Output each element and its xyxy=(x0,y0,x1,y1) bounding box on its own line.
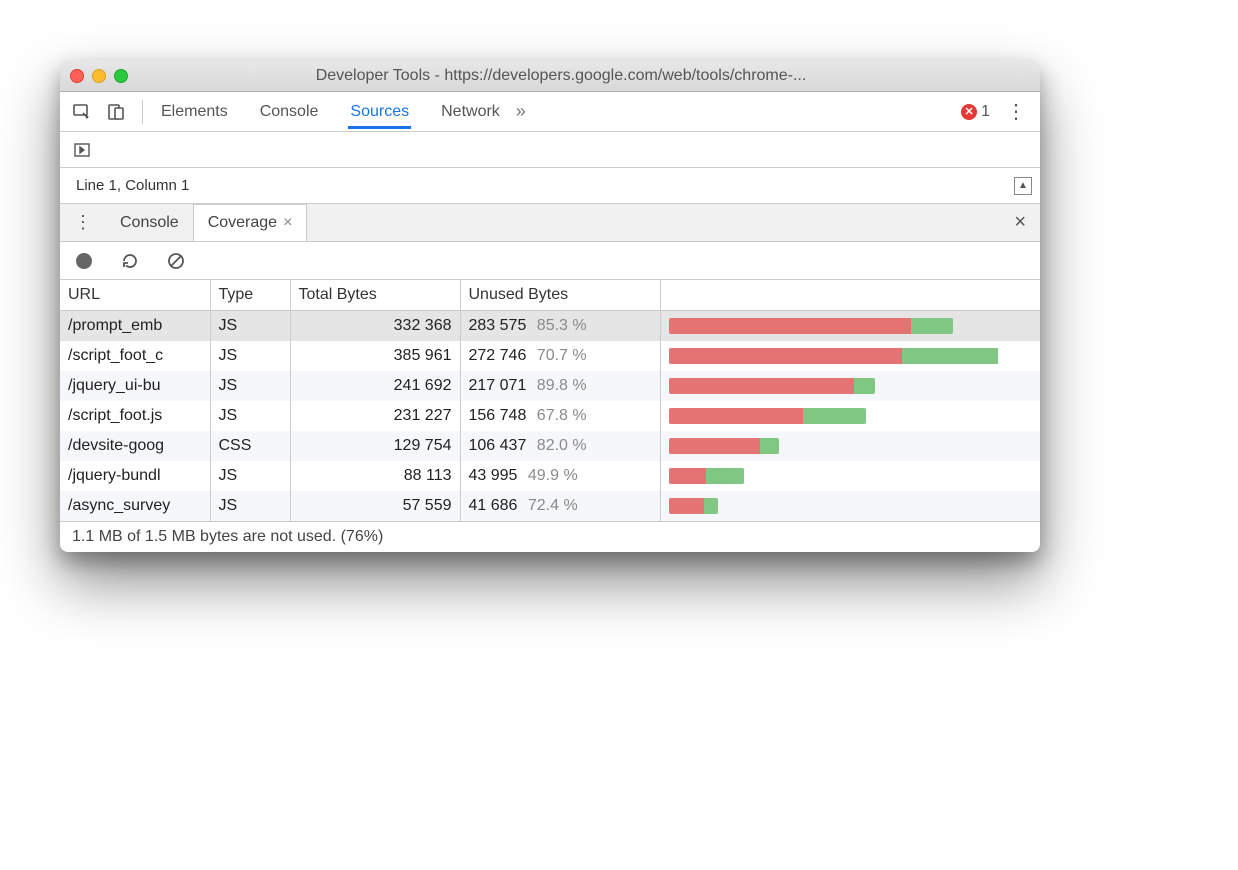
cell-usage-bar xyxy=(660,431,1040,461)
cell-type: JS xyxy=(210,461,290,491)
record-icon xyxy=(76,253,92,269)
tab-network[interactable]: Network xyxy=(439,95,502,129)
cell-type: JS xyxy=(210,311,290,342)
cell-usage-bar xyxy=(660,491,1040,521)
coverage-table: URL Type Total Bytes Unused Bytes /promp… xyxy=(60,280,1040,521)
table-row[interactable]: /prompt_embJS332 368283 575 85.3 % xyxy=(60,311,1040,342)
cell-unused-bytes: 272 746 70.7 % xyxy=(460,341,660,371)
drawer-tab-coverage[interactable]: Coverage × xyxy=(193,204,308,241)
tab-console[interactable]: Console xyxy=(258,95,321,129)
zoom-window-icon[interactable] xyxy=(114,69,128,83)
error-icon: ✕ xyxy=(961,104,977,120)
cell-unused-bytes: 217 071 89.8 % xyxy=(460,371,660,401)
coverage-toolbar xyxy=(60,242,1040,280)
tab-sources[interactable]: Sources xyxy=(348,95,411,129)
cell-total-bytes: 88 113 xyxy=(290,461,460,491)
clear-button[interactable] xyxy=(162,247,190,275)
drawer-tab-console[interactable]: Console xyxy=(106,204,193,241)
cell-type: JS xyxy=(210,341,290,371)
cell-total-bytes: 231 227 xyxy=(290,401,460,431)
show-navigator-icon[interactable] xyxy=(68,136,96,164)
table-header-row: URL Type Total Bytes Unused Bytes xyxy=(60,280,1040,311)
divider xyxy=(142,100,143,124)
col-usage-bar xyxy=(660,280,1040,311)
cell-total-bytes: 385 961 xyxy=(290,341,460,371)
drawer-tabbar: ⋮ Console Coverage × × xyxy=(60,204,1040,242)
table-row[interactable]: /jquery-bundlJS88 11343 995 49.9 % xyxy=(60,461,1040,491)
cell-usage-bar xyxy=(660,311,1040,342)
tab-elements[interactable]: Elements xyxy=(159,95,230,129)
cell-unused-bytes: 156 748 67.8 % xyxy=(460,401,660,431)
cell-unused-bytes: 283 575 85.3 % xyxy=(460,311,660,342)
drawer-menu-icon[interactable]: ⋮ xyxy=(60,212,106,233)
cell-total-bytes: 332 368 xyxy=(290,311,460,342)
drawer-tab-label: Coverage xyxy=(208,214,277,232)
cell-usage-bar xyxy=(660,371,1040,401)
inspect-icon[interactable] xyxy=(68,98,96,126)
table-row[interactable]: /devsite-googCSS129 754106 437 82.0 % xyxy=(60,431,1040,461)
sources-statusbar: Line 1, Column 1 ▲ xyxy=(60,168,1040,204)
error-count-value: 1 xyxy=(981,103,990,121)
cell-url: /jquery_ui-bu xyxy=(60,371,210,401)
table-row[interactable]: /jquery_ui-buJS241 692217 071 89.8 % xyxy=(60,371,1040,401)
window-title: Developer Tools - https://developers.goo… xyxy=(142,67,1030,85)
cell-usage-bar xyxy=(660,401,1040,431)
col-url[interactable]: URL xyxy=(60,280,210,311)
cell-usage-bar xyxy=(660,461,1040,491)
titlebar: Developer Tools - https://developers.goo… xyxy=(60,60,1040,92)
col-type[interactable]: Type xyxy=(210,280,290,311)
cell-url: /script_foot.js xyxy=(60,401,210,431)
device-toggle-icon[interactable] xyxy=(102,98,130,126)
close-tab-icon[interactable]: × xyxy=(283,214,292,232)
close-drawer-icon[interactable]: × xyxy=(1000,211,1040,234)
collapse-drawer-icon[interactable]: ▲ xyxy=(1014,177,1032,195)
minimize-window-icon[interactable] xyxy=(92,69,106,83)
col-unused-bytes[interactable]: Unused Bytes xyxy=(460,280,660,311)
settings-menu-icon[interactable]: ⋮ xyxy=(1000,99,1032,124)
more-tabs-icon[interactable]: » xyxy=(508,101,534,122)
window-controls xyxy=(70,69,128,83)
cell-usage-bar xyxy=(660,341,1040,371)
reload-button[interactable] xyxy=(116,247,144,275)
cell-type: CSS xyxy=(210,431,290,461)
sources-subbar xyxy=(60,132,1040,168)
cell-unused-bytes: 106 437 82.0 % xyxy=(460,431,660,461)
table-row[interactable]: /script_foot.jsJS231 227156 748 67.8 % xyxy=(60,401,1040,431)
error-count[interactable]: ✕ 1 xyxy=(961,103,990,121)
coverage-summary: 1.1 MB of 1.5 MB bytes are not used. (76… xyxy=(60,521,1040,552)
record-button[interactable] xyxy=(70,247,98,275)
cell-url: /devsite-goog xyxy=(60,431,210,461)
cell-type: JS xyxy=(210,491,290,521)
cell-type: JS xyxy=(210,371,290,401)
cell-unused-bytes: 41 686 72.4 % xyxy=(460,491,660,521)
table-row[interactable]: /async_surveyJS57 55941 686 72.4 % xyxy=(60,491,1040,521)
cell-type: JS xyxy=(210,401,290,431)
cell-url: /jquery-bundl xyxy=(60,461,210,491)
cell-unused-bytes: 43 995 49.9 % xyxy=(460,461,660,491)
cell-total-bytes: 129 754 xyxy=(290,431,460,461)
table-row[interactable]: /script_foot_cJS385 961272 746 70.7 % xyxy=(60,341,1040,371)
cell-url: /script_foot_c xyxy=(60,341,210,371)
cell-url: /prompt_emb xyxy=(60,311,210,342)
close-window-icon[interactable] xyxy=(70,69,84,83)
panel-tabs: Elements Console Sources Network xyxy=(159,95,502,129)
cursor-position: Line 1, Column 1 xyxy=(68,177,197,194)
cell-total-bytes: 241 692 xyxy=(290,371,460,401)
devtools-window: Developer Tools - https://developers.goo… xyxy=(60,60,1040,552)
drawer-tab-label: Console xyxy=(120,214,179,232)
col-total-bytes[interactable]: Total Bytes xyxy=(290,280,460,311)
main-toolbar: Elements Console Sources Network » ✕ 1 ⋮ xyxy=(60,92,1040,132)
cell-total-bytes: 57 559 xyxy=(290,491,460,521)
cell-url: /async_survey xyxy=(60,491,210,521)
